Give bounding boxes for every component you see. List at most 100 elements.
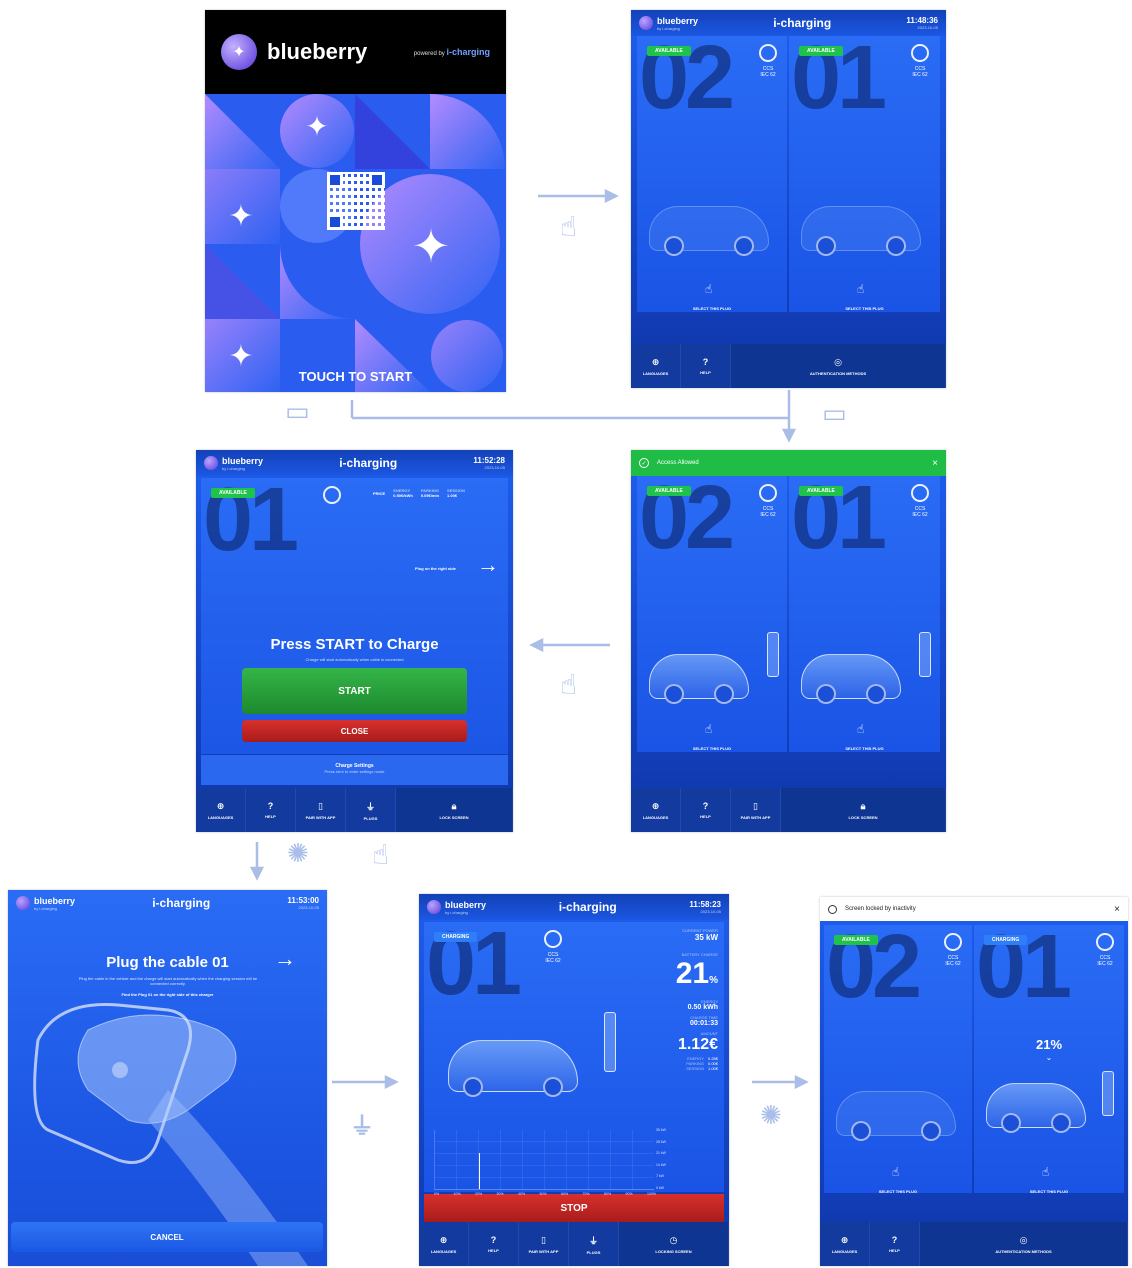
pattern-art: ✦ ✦ ✦ ✦ [205, 94, 506, 392]
plug-panel-02[interactable]: 02 AVAILABLE CCS IEC 62 ☝ SELECT THIS PLU… [637, 33, 787, 312]
connector-label: CCS IEC 62 [545, 952, 561, 964]
screen-charging: blueberry by i-charging i-charging 11:58:… [419, 894, 729, 1266]
languages-button[interactable]: ⊕ LANGUAGES [820, 1222, 870, 1266]
status-badge: AVAILABLE [211, 488, 255, 498]
close-icon[interactable]: × [1114, 904, 1120, 915]
screen-plug-cable: blueberry by i-charging i-charging 11:53:… [8, 890, 327, 1266]
plugs-button[interactable]: ⏚ PLUGS [569, 1222, 619, 1266]
chart-bar [479, 1153, 480, 1189]
powered-by: powered by i-charging [413, 47, 490, 57]
select-plug-label[interactable]: SELECT THIS PLUG [637, 306, 787, 311]
plug-connect-icon: ⏚ [350, 1113, 374, 1140]
plugs-button[interactable]: ⏚ PLUGS [346, 788, 396, 832]
select-plug-label[interactable]: SELECT THIS PLUG [637, 746, 787, 751]
stop-button[interactable]: STOP [424, 1194, 724, 1222]
plug-panel-01[interactable]: 01 AVAILABLE CCS IEC 62 ☝ SELECT THIS PLU… [789, 33, 940, 312]
x-tick: 100% [647, 1192, 656, 1196]
lock-screen-button[interactable]: 🔒︎ LOCK SCREEN [781, 788, 946, 832]
energy-value: 0.50 kWh [687, 1004, 718, 1011]
tap-gesture-icon: ☝ [560, 669, 578, 700]
status-badge: AVAILABLE [647, 46, 691, 56]
auth-methods-button[interactable]: ◎ AUTHENTICATION METHODS [731, 344, 946, 388]
plug-panel-01[interactable]: 01 CHARGING CCS IEC 62 21% ⌄ ☝ SELECT THI… [974, 922, 1124, 1194]
phone-icon: ▯ [541, 1234, 546, 1245]
phone-icon: ▯ [753, 800, 758, 811]
touch-to-start[interactable]: TOUCH TO START [205, 369, 506, 384]
pair-app-button[interactable]: ▯ PAIR WITH APP [296, 788, 346, 832]
auth-methods-button[interactable]: ◎ AUTHENTICATION METHODS [920, 1222, 1128, 1266]
screen-locked: Screen locked by inactivity × 02 AVAILAB… [820, 897, 1128, 1266]
charging-panel: 01 CHARGING CCS IEC 62 CURRENT POWER 35 k… [424, 919, 724, 1192]
select-plug-label[interactable]: SELECT THIS PLUG [824, 1189, 972, 1194]
x-tick: 90% [625, 1192, 633, 1196]
press-start-title: Press START to Charge [270, 636, 439, 653]
help-button[interactable]: ? HELP [870, 1222, 920, 1266]
connector-label: CCS IEC 62 [760, 506, 776, 518]
ccs-connector-icon [911, 44, 929, 62]
phone-icon: ▯ [318, 800, 323, 811]
blueberry-logo: ✦ [221, 34, 257, 70]
help-button[interactable]: ? HELP [246, 788, 296, 832]
status-badge: AVAILABLE [799, 46, 843, 56]
plug-panel-01[interactable]: 01 AVAILABLE CCS IEC 62 ☝ SELECT THIS PLU… [789, 473, 940, 752]
pair-app-button[interactable]: ▯ PAIR WITH APP [731, 788, 781, 832]
close-icon[interactable]: × [932, 458, 938, 469]
car-icon [649, 654, 749, 704]
languages-button[interactable]: ⊕ LANGUAGES [631, 788, 681, 832]
car-icon [448, 1040, 578, 1097]
help-button[interactable]: ? HELP [681, 344, 731, 388]
press-start-subtitle: Charge will start automatically when cab… [305, 657, 404, 662]
lock-screen-button[interactable]: 🔒︎ LOCK SCREEN [396, 788, 513, 832]
help-icon: ? [702, 357, 709, 367]
plug-panel-02[interactable]: 02 AVAILABLE CCS IEC 62 ☝ SELECT THIS PLU… [637, 473, 787, 752]
lock-icon: 🔒︎ [860, 800, 866, 811]
svg-text:✦: ✦ [305, 110, 328, 143]
battery-value: 21% [675, 957, 718, 990]
locking-screen-button[interactable]: ◷ LOCKING SCREEN [619, 1222, 729, 1266]
ccs-connector-icon [759, 44, 777, 62]
ccs-connector-icon [911, 484, 929, 502]
charge-settings[interactable]: Charge Settings Press here to enter sett… [201, 755, 508, 785]
charge-percent: 21% [1035, 1037, 1063, 1052]
lock-icon: 🔒︎ [451, 800, 457, 811]
plug-panel-02[interactable]: 02 AVAILABLE CCS IEC 62 ☝ SELECT THIS PLU… [824, 922, 972, 1194]
connector-label: CCS IEC 62 [1097, 955, 1113, 967]
ccs-connector-icon [759, 484, 777, 502]
qr-corner-tr [369, 172, 385, 188]
languages-button[interactable]: ⊕ LANGUAGES [196, 788, 246, 832]
help-button[interactable]: ? HELP [469, 1222, 519, 1266]
touch-hand-icon: ☝ [892, 1165, 900, 1179]
close-button[interactable]: CLOSE [242, 720, 467, 742]
start-button[interactable]: START [242, 668, 467, 714]
screen-select-plug: blueberry by i-charging i-charging 11:48:… [631, 10, 946, 388]
connector-label: CCS IEC 62 [912, 66, 928, 78]
select-plug-label[interactable]: SELECT THIS PLUG [789, 746, 940, 751]
x-tick: 40% [518, 1192, 526, 1196]
x-tick: 0% [434, 1192, 440, 1196]
x-tick: 80% [604, 1192, 612, 1196]
touch-hand-icon: ☝ [705, 282, 713, 296]
touch-hand-icon: ☝ [857, 722, 865, 736]
screen-access-allowed: ✓ Access Allowed × 02 AVAILABLE CCS IEC 6… [631, 450, 946, 832]
header-title: i-charging [558, 900, 617, 914]
languages-button[interactable]: ⊕ LANGUAGES [631, 344, 681, 388]
help-button[interactable]: ? HELP [681, 788, 731, 832]
select-plug-label[interactable]: SELECT THIS PLUG [974, 1189, 1124, 1194]
globe-icon: ⊕ [216, 800, 225, 811]
price-label: PRICE [373, 490, 386, 496]
status-badge: CHARGING [984, 935, 1028, 945]
power-chart [434, 1130, 654, 1190]
header-title: i-charging [339, 456, 398, 470]
globe-icon: ⊕ [651, 800, 660, 811]
footer-nav: ⊕ LANGUAGES ? HELP ▯ PAIR WITH APP ⏚ PLUGS ◷… [419, 1222, 729, 1266]
pair-app-button[interactable]: ▯ PAIR WITH APP [519, 1222, 569, 1266]
select-plug-label[interactable]: SELECT THIS PLUG [789, 306, 940, 311]
auth-icon: ◎ [834, 356, 842, 367]
screen-idle[interactable]: ✦ blueberry powered by i-charging ✦ ✦ ✦ … [205, 10, 506, 392]
car-icon [801, 654, 901, 704]
cancel-button[interactable]: CANCEL [11, 1222, 323, 1252]
languages-button[interactable]: ⊕ LANGUAGES [419, 1222, 469, 1266]
clock: 11:52:28 2023-10-05 [473, 456, 505, 470]
footer-nav: ⊕ LANGUAGES ? HELP ▯ PAIR WITH APP 🔒︎ LOCK S… [631, 788, 946, 832]
plug-icon: ⏚ [365, 801, 375, 812]
